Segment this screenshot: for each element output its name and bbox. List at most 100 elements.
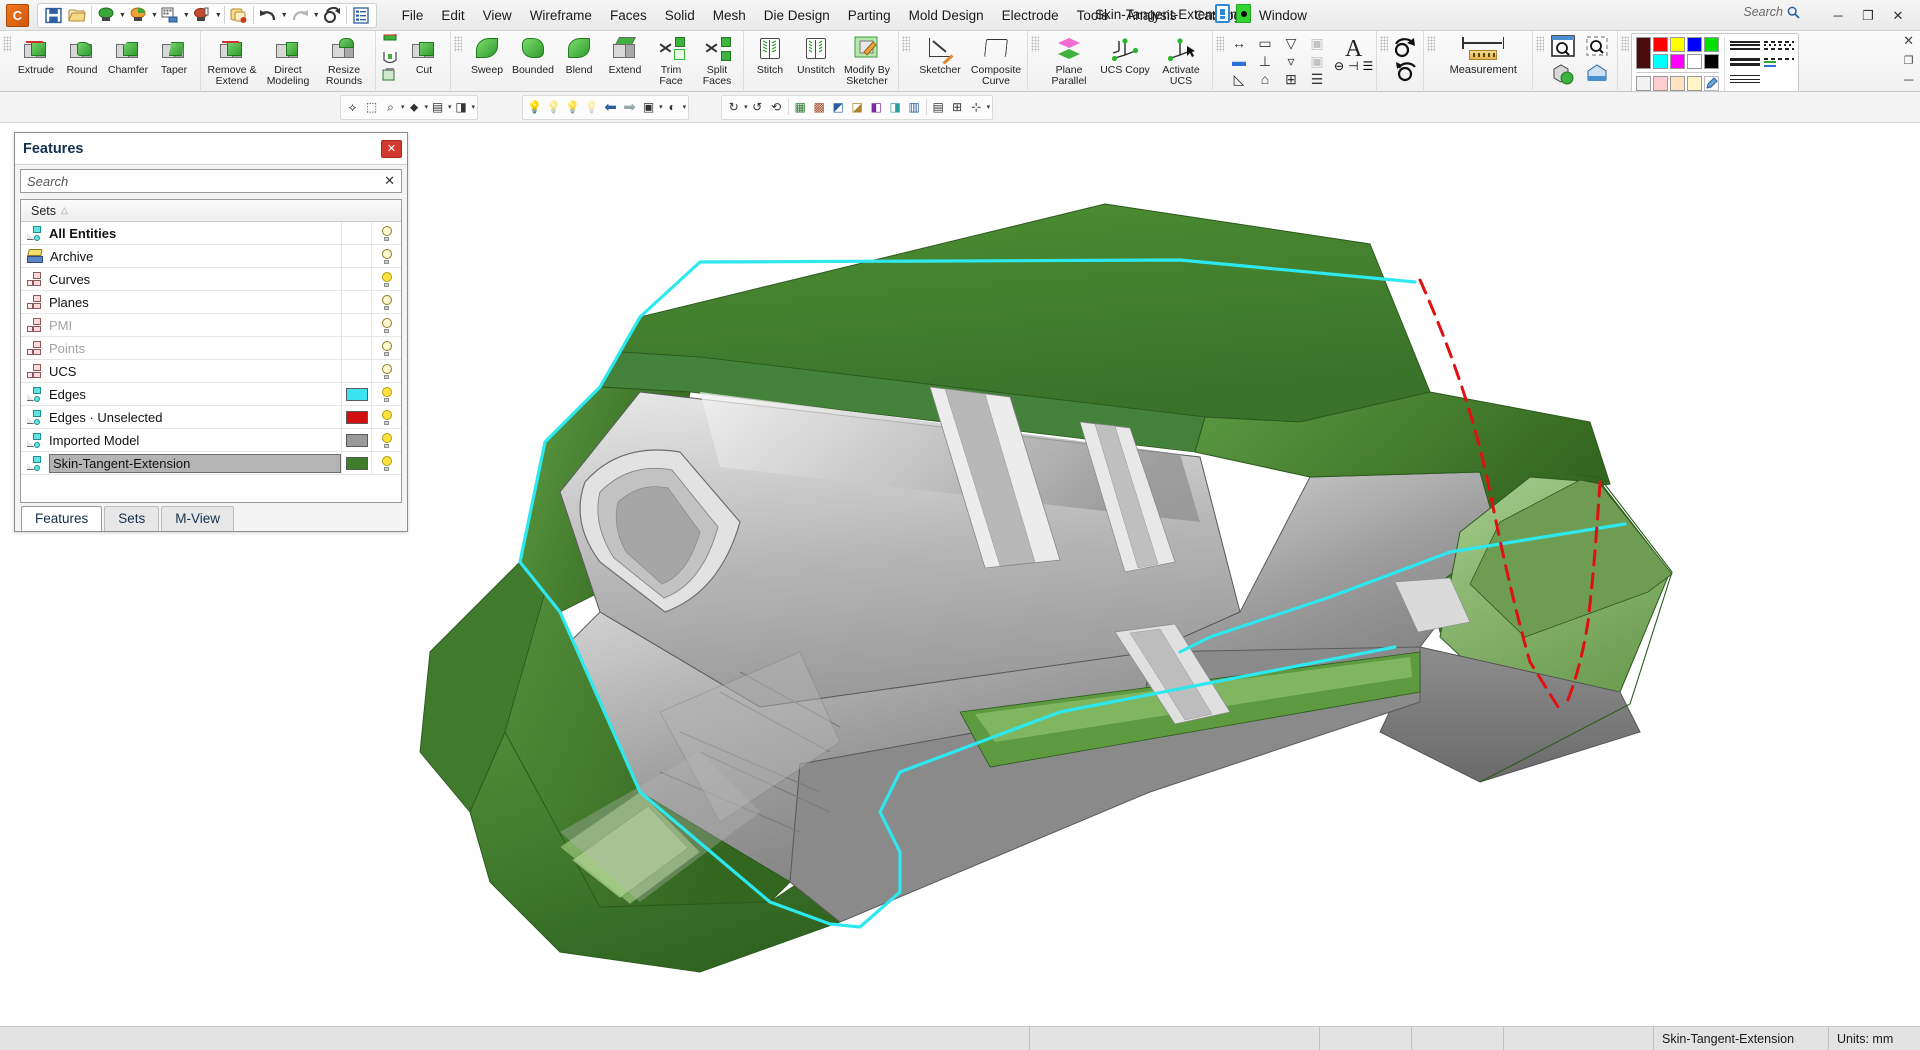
ucs-copy-button[interactable]: UCS Copy (1097, 32, 1153, 86)
linestyle-thick[interactable] (1730, 55, 1760, 69)
redo-icon[interactable] (288, 4, 312, 26)
draft-analysis-icon[interactable] (1584, 62, 1610, 86)
restore-button[interactable]: ❐ (1854, 4, 1882, 28)
open-folder-icon[interactable] (65, 4, 89, 26)
activate-ucs-button[interactable]: Activate UCS (1153, 32, 1209, 86)
group-grip[interactable] (1427, 36, 1435, 52)
row-visibility-cell[interactable] (371, 245, 401, 267)
unstitch-button[interactable]: Unstitch (793, 32, 839, 86)
ribbon-close-icon[interactable]: ✕ (1903, 33, 1914, 49)
note-icon[interactable]: ▭ (1258, 36, 1271, 50)
group-grip[interactable] (3, 36, 11, 52)
inspect-window-icon[interactable] (1550, 34, 1576, 58)
row-visibility-cell[interactable] (371, 314, 401, 336)
chevron-down-icon[interactable]: ▼ (215, 12, 222, 19)
linestyle-solid[interactable] (1730, 38, 1760, 52)
taper-button[interactable]: Taper (151, 32, 197, 86)
search-input[interactable]: Search ✕ (20, 169, 402, 193)
bounded-button[interactable]: Bounded (510, 32, 556, 86)
row-color-cell[interactable] (341, 383, 371, 405)
leader-icon[interactable]: ⊥ (1259, 54, 1271, 68)
refresh-icon[interactable] (320, 4, 344, 26)
row-color-cell[interactable] (341, 452, 371, 474)
view-capture2-icon[interactable]: ▣ (1310, 54, 1323, 68)
export-icon[interactable] (126, 4, 150, 26)
undo-icon[interactable] (256, 4, 280, 26)
swatch-black[interactable] (1704, 54, 1719, 69)
print-icon[interactable] (190, 4, 214, 26)
text-icon[interactable]: A (1345, 38, 1362, 60)
active-document-icon[interactable] (1236, 4, 1251, 23)
group-grip[interactable] (454, 36, 462, 52)
row-color-cell[interactable] (341, 360, 371, 382)
group-grip[interactable] (902, 36, 910, 52)
weld-symbol-icon[interactable]: ⊞ (1285, 72, 1297, 86)
table-row[interactable]: Edges · Unselected (21, 406, 401, 429)
row-visibility-cell[interactable] (371, 291, 401, 313)
menu-item-window[interactable]: Window (1250, 4, 1316, 27)
sketcher-button[interactable]: Sketcher (912, 32, 968, 86)
swatch-yellow[interactable] (1670, 37, 1685, 52)
close-icon[interactable]: ✕ (381, 140, 402, 158)
trim-small-icon[interactable] (379, 34, 401, 50)
menu-item-view[interactable]: View (474, 4, 521, 27)
blend-button[interactable]: Blend (556, 32, 602, 86)
swatch-pastel-2[interactable] (1653, 76, 1668, 91)
swatch-green[interactable] (1704, 37, 1719, 52)
table-row[interactable]: UCS (21, 360, 401, 383)
plane-parallel-button[interactable]: Plane Parallel (1041, 32, 1097, 86)
remove-extend-button[interactable]: Remove & Extend (204, 32, 260, 86)
chevron-down-icon[interactable]: ▼ (183, 12, 190, 19)
chevron-down-icon[interactable]: ▼ (151, 12, 158, 19)
table-row[interactable]: Planes (21, 291, 401, 314)
split-faces-button[interactable]: Split Faces (694, 32, 740, 86)
table-row[interactable]: Curves (21, 268, 401, 291)
sweep-button[interactable]: Sweep (464, 32, 510, 86)
swatch-pastel-3[interactable] (1670, 76, 1685, 91)
direct-modeling-button[interactable]: Direct Modeling (260, 32, 316, 86)
hatch-icon[interactable]: ⊣ (1348, 59, 1358, 73)
swatch-maroon[interactable] (1636, 37, 1651, 69)
row-visibility-cell[interactable] (371, 222, 401, 244)
group-grip[interactable] (1536, 36, 1544, 52)
modify-by-sketcher-button[interactable]: Modify By Sketcher (839, 32, 895, 86)
center-mark-icon[interactable]: ⊖ (1334, 59, 1344, 73)
group-grip[interactable] (1216, 36, 1224, 52)
composite-curve-button[interactable]: Composite Curve (968, 32, 1024, 86)
chamfer-button[interactable]: Chamfer (105, 32, 151, 86)
model-compare-icon[interactable] (1550, 62, 1576, 86)
linestyle-dashed[interactable] (1764, 38, 1794, 52)
stitch-button[interactable]: Stitch (747, 32, 793, 86)
tolerance-icon[interactable]: ▿ (1287, 54, 1294, 68)
swatch-cyan[interactable] (1653, 54, 1668, 69)
swatch-blue[interactable] (1687, 37, 1702, 52)
linestyle-thin[interactable] (1730, 72, 1760, 86)
row-color-cell[interactable] (341, 337, 371, 359)
table-row[interactable]: Points (21, 337, 401, 360)
cut-button[interactable]: Cut (401, 32, 447, 86)
row-color-cell[interactable] (341, 406, 371, 428)
copy-small-icon[interactable] (379, 68, 401, 82)
row-visibility-cell[interactable] (371, 383, 401, 405)
assembly-icon[interactable] (227, 4, 251, 26)
menu-item-wireframe[interactable]: Wireframe (521, 4, 601, 27)
row-color-cell[interactable] (341, 429, 371, 451)
round-button[interactable]: Round (59, 32, 105, 86)
surface-finish-icon[interactable]: ⌂ (1261, 72, 1269, 86)
datum-icon[interactable]: ▽ (1286, 36, 1297, 50)
menu-item-file[interactable]: File (393, 4, 433, 27)
document-list-icon[interactable] (1215, 4, 1230, 23)
save-icon[interactable] (41, 4, 65, 26)
menu-item-parting[interactable]: Parting (839, 4, 900, 27)
eyedropper-icon[interactable] (1704, 76, 1719, 91)
table-icon[interactable]: ☰ (1311, 72, 1324, 86)
baseline-icon[interactable]: ▬ (1232, 54, 1246, 68)
row-visibility-cell[interactable] (371, 429, 401, 451)
measurement-button[interactable]: Measurement (1437, 32, 1529, 86)
menu-item-edit[interactable]: Edit (432, 4, 473, 27)
properties-icon[interactable] (349, 4, 373, 26)
row-color-cell[interactable] (341, 314, 371, 336)
tab-m-view[interactable]: M-View (161, 506, 234, 531)
group-grip[interactable] (1621, 36, 1629, 52)
group-grip[interactable] (1031, 36, 1039, 52)
